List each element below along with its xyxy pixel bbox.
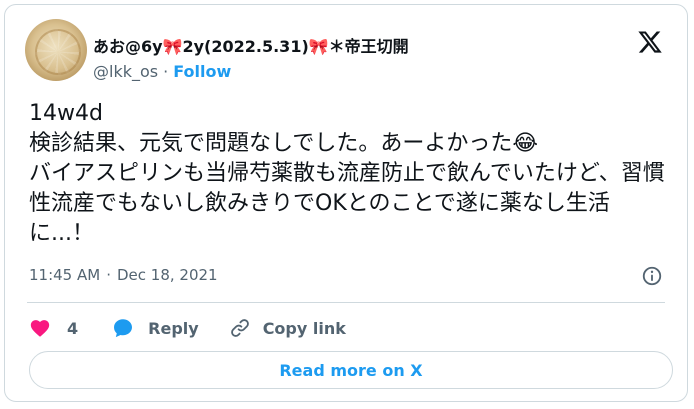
author-display-name[interactable]: あお@6y🎀2y(2022.5.31)🎀＊帝王切開 (93, 33, 409, 57)
avatar[interactable] (25, 19, 87, 81)
like-count: 4 (67, 318, 79, 338)
read-more-button[interactable]: Read more on X (29, 351, 673, 389)
x-logo-icon[interactable] (637, 29, 663, 55)
tweet-text: 14w4d 検診結果、元気で問題なしでした。あーよかった😂 バイアスピリンも当帰… (29, 101, 665, 246)
separator-dot: · (163, 62, 169, 81)
tweet-date: Dec 18, 2021 (116, 266, 218, 284)
avatar-image (35, 29, 81, 75)
link-icon (230, 319, 249, 337)
copy-link-button[interactable]: Copy link (229, 317, 346, 339)
tweet-time: 11:45 AM (29, 266, 101, 284)
author-handle-row: @lkk_os · Follow (93, 62, 231, 81)
reply-button[interactable]: Reply (112, 317, 229, 339)
like-button[interactable]: 4 (29, 317, 112, 339)
tweet-timestamp[interactable]: 11:45 AM · Dec 18, 2021 (29, 266, 218, 284)
tweet-card: あお@6y🎀2y(2022.5.31)🎀＊帝王切開 @lkk_os · Follow… (4, 4, 688, 402)
info-icon[interactable] (641, 265, 663, 287)
follow-button[interactable]: Follow (173, 62, 231, 81)
speech-bubble-icon (114, 319, 133, 338)
divider (27, 302, 665, 303)
timestamp-separator: · (106, 266, 111, 284)
reply-label: Reply (148, 318, 199, 338)
read-more-label: Read more on X (279, 360, 423, 380)
action-bar: 4 Reply Copy link (29, 315, 346, 341)
author-handle[interactable]: @lkk_os (93, 62, 158, 81)
heart-icon (30, 320, 50, 337)
copy-link-label: Copy link (262, 318, 346, 338)
